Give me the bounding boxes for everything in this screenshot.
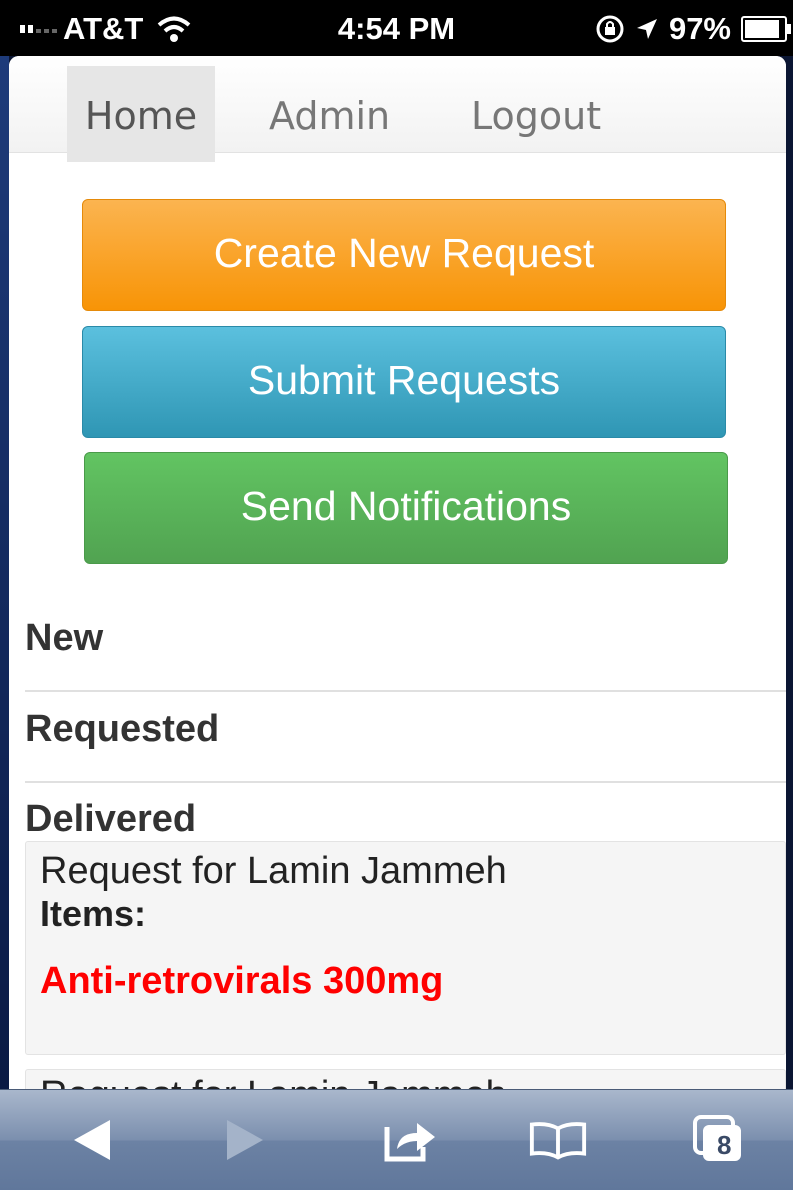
share-button[interactable]	[380, 1112, 440, 1168]
web-page: Home Admin Logout Create New Request Sub…	[9, 56, 786, 1089]
request-item: Anti-retrovirals 300mg	[40, 960, 444, 1002]
divider	[25, 781, 786, 783]
back-arrow-icon	[74, 1120, 110, 1160]
tab-count: 8	[717, 1130, 732, 1160]
items-label: Items:	[40, 893, 147, 934]
share-icon	[384, 1123, 435, 1162]
rotation-lock-icon	[596, 15, 624, 43]
tabs-button[interactable]: 8	[688, 1112, 748, 1168]
navbar: Home Admin Logout	[9, 56, 786, 162]
nav-logout[interactable]: Logout	[471, 66, 601, 162]
submit-requests-button[interactable]: Submit Requests	[82, 326, 726, 438]
battery-percent: 97%	[668, 11, 731, 46]
browser-toolbar: 8	[0, 1089, 793, 1190]
divider	[25, 690, 786, 692]
bookmarks-icon	[529, 1122, 587, 1160]
battery-icon	[741, 16, 791, 42]
request-card[interactable]: Request for Lamin Jammeh	[25, 1069, 786, 1089]
bookmarks-button[interactable]	[528, 1112, 588, 1168]
forward-button[interactable]	[215, 1112, 275, 1168]
section-delivered-heading: Delivered	[25, 798, 197, 840]
forward-arrow-icon	[227, 1120, 263, 1160]
location-arrow-icon	[636, 19, 657, 39]
status-bar: AT&T 4:54 PM 97%	[0, 0, 793, 56]
section-new-heading: New	[25, 617, 104, 659]
request-card[interactable]: Request for Lamin Jammeh Items: Anti-ret…	[25, 841, 786, 1055]
create-new-request-button[interactable]: Create New Request	[82, 199, 726, 311]
request-title: Request for Lamin Jammeh	[40, 1074, 507, 1089]
request-title: Request for Lamin Jammeh	[40, 850, 507, 892]
nav-admin[interactable]: Admin	[269, 66, 390, 162]
back-button[interactable]	[62, 1112, 122, 1168]
section-requested-heading: Requested	[25, 708, 220, 750]
nav-home[interactable]: Home	[67, 66, 215, 162]
send-notifications-button[interactable]: Send Notifications	[84, 452, 728, 564]
